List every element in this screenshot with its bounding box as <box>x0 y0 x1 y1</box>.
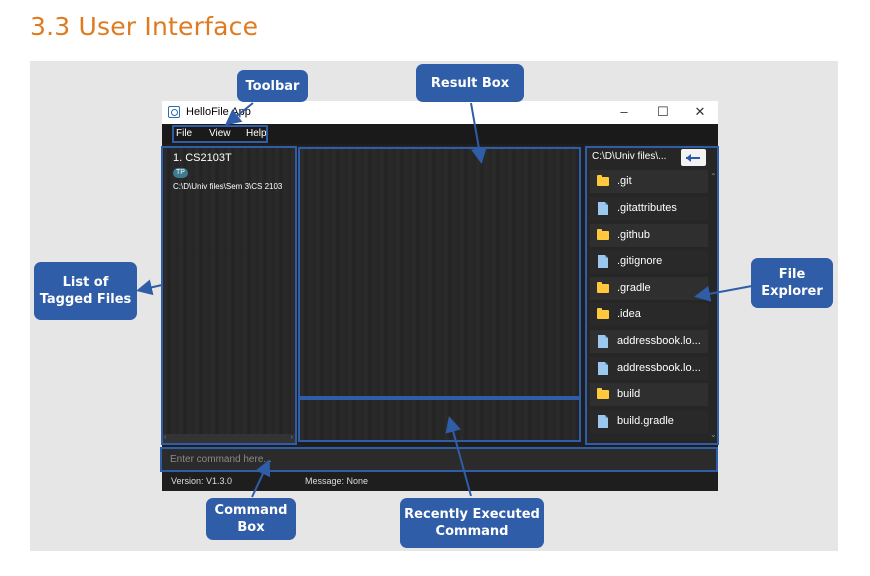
command-box-highlight <box>160 447 718 472</box>
version-text: Version: V1.3.0 <box>171 476 233 486</box>
toolbar-callout: Toolbar <box>237 70 308 102</box>
tagged-files-callout: List of Tagged Files <box>34 262 137 320</box>
close-button[interactable]: ✕ <box>693 104 707 120</box>
toolbar-highlight <box>172 125 268 143</box>
message-text: Message: None <box>305 476 369 486</box>
status-bar: Version: V1.3.0 Message: None <box>162 473 718 491</box>
minimize-button[interactable]: – <box>617 104 631 119</box>
result-box-callout: Result Box <box>416 64 524 102</box>
window-title: HelloFile App <box>186 106 251 118</box>
app-logo-icon <box>168 106 180 118</box>
tagged-files-highlight <box>161 146 297 445</box>
command-box-callout: Command Box <box>206 498 296 540</box>
section-heading: 3.3 User Interface <box>30 12 259 41</box>
recent-command-callout: Recently Executed Command <box>400 498 544 548</box>
file-explorer-callout: File Explorer <box>751 258 833 308</box>
page: 3.3 User Interface HelloFile App – ☐ ✕ F… <box>0 0 870 576</box>
result-box-highlight <box>298 147 581 398</box>
recent-command-highlight <box>298 398 581 442</box>
file-explorer-highlight <box>585 146 719 445</box>
maximize-button[interactable]: ☐ <box>656 104 670 120</box>
title-bar: HelloFile App – ☐ ✕ <box>162 101 718 124</box>
